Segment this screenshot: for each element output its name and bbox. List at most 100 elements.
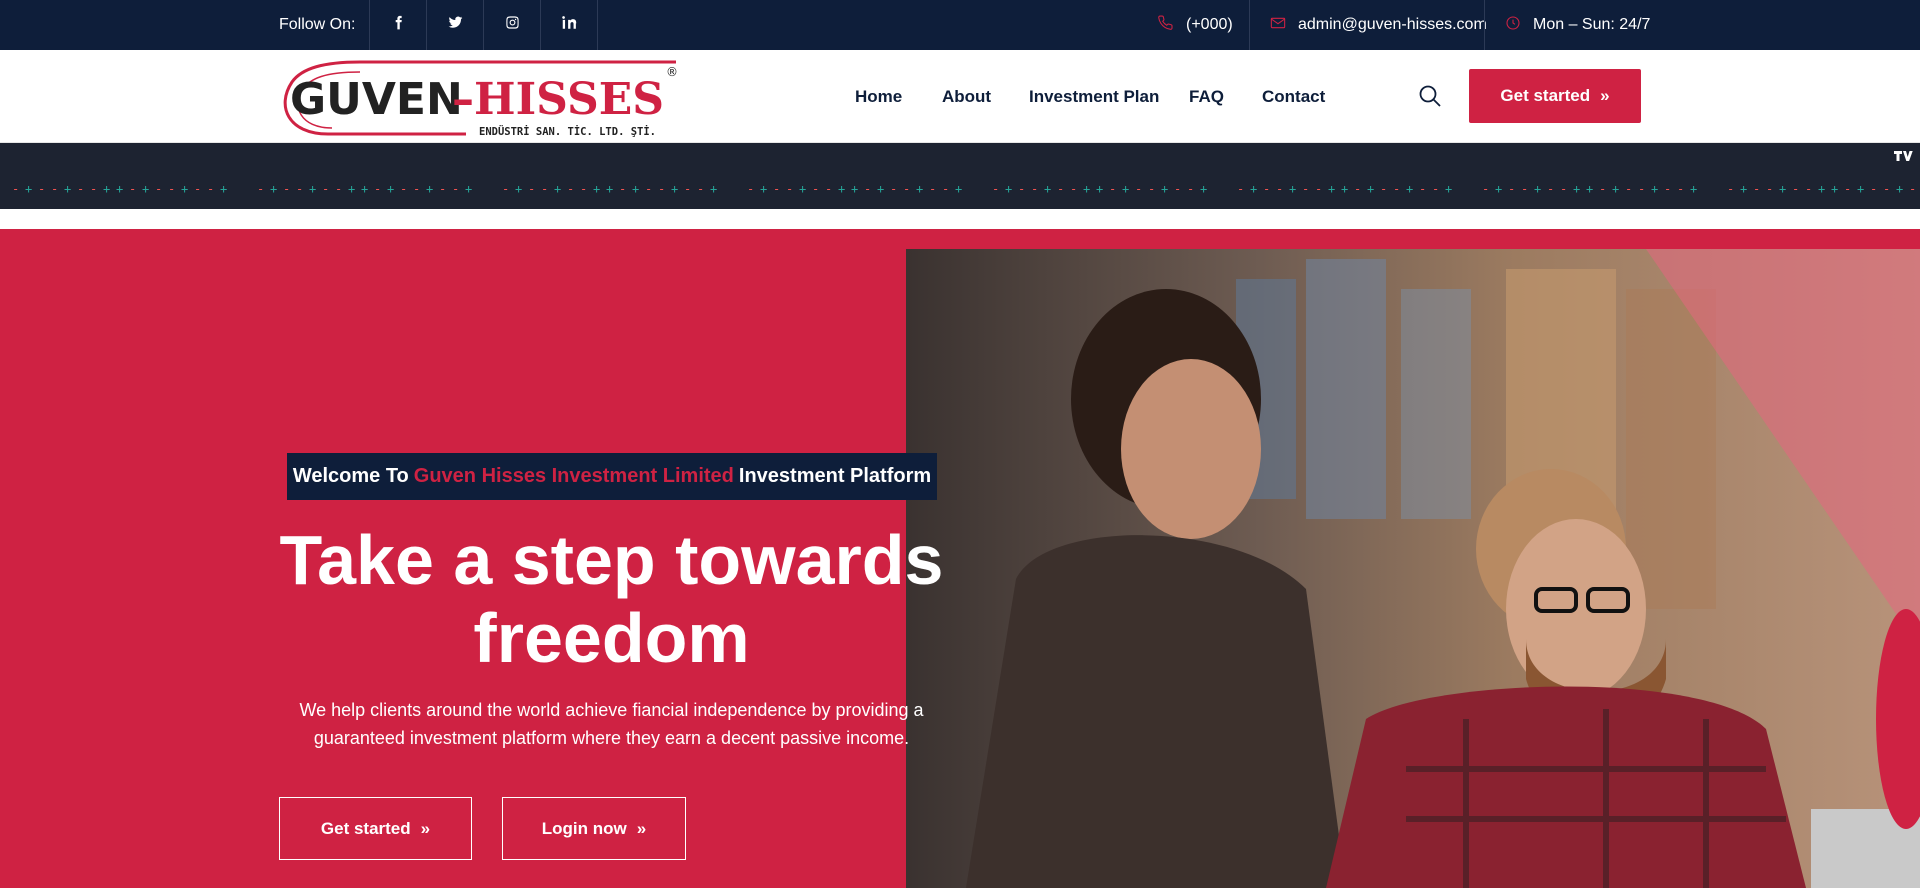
instagram-link[interactable] <box>484 0 541 50</box>
hero-headline: Take a step towards freedom <box>200 521 1023 677</box>
contact-email[interactable]: admin@guven-hisses.com <box>1270 0 1487 50</box>
ticker-mark: + <box>710 182 717 196</box>
ticker-mark: - <box>1625 182 1632 196</box>
ticker-mark: - <box>890 182 897 196</box>
nav-faq[interactable]: FAQ <box>1189 50 1224 143</box>
ticker-mark: - <box>786 182 793 196</box>
email-address: admin@guven-hisses.com <box>1298 16 1487 33</box>
login-now-button-label: Login now <box>541 818 627 838</box>
ticker-mark: + <box>64 182 71 196</box>
linkedin-link[interactable] <box>541 0 598 50</box>
ticker-mark: - <box>580 182 587 196</box>
ticker-mark: + <box>348 182 355 196</box>
ticker-track: - + - - + - - + + - + - - + - - + - + - - + - - + + - + - - + - - + - + - - + -… <box>12 182 1916 196</box>
nav-investment-plan-link[interactable]: Investment Plan <box>1029 87 1159 107</box>
ticker-mark: + <box>220 182 227 196</box>
ticker-mark: - <box>1174 182 1181 196</box>
twitter-link[interactable] <box>427 0 484 50</box>
site-logo[interactable]: GUVEN – HISSES ® ENDÜSTRİ SAN. TİC. LTD.… <box>280 60 680 138</box>
nav-faq-link[interactable]: FAQ <box>1189 87 1224 107</box>
ticker-mark: + <box>1250 182 1257 196</box>
ticker-mark: + <box>1857 182 1864 196</box>
get-started-header-button[interactable]: Get started » <box>1469 69 1641 123</box>
contact-phone[interactable]: (+000) <box>1158 0 1233 50</box>
contact-hours: Mon – Sun: 24/7 <box>1505 0 1650 50</box>
nav-contact-link[interactable]: Contact <box>1262 87 1325 107</box>
description-line-2: guaranteed investment platform where the… <box>313 728 910 748</box>
nav-about[interactable]: About <box>942 50 991 143</box>
ticker-mark: - <box>129 182 136 196</box>
ticker-mark: + <box>1341 182 1348 196</box>
ticker-mark: - <box>1109 182 1116 196</box>
follow-on-label: Follow On: <box>279 16 356 33</box>
ticker-mark: - <box>1870 182 1877 196</box>
ticker-mark: - <box>38 182 45 196</box>
ticker-mark: + <box>270 182 277 196</box>
ticker-mark: - <box>864 182 871 196</box>
tradingview-logo[interactable] <box>1893 149 1915 163</box>
ticker-mark: + <box>1005 182 1012 196</box>
ticker-mark: - <box>658 182 665 196</box>
ticker-mark: - <box>1057 182 1064 196</box>
site-header: GUVEN – HISSES ® ENDÜSTRİ SAN. TİC. LTD.… <box>0 50 1920 143</box>
ticker-mark: + <box>387 182 394 196</box>
ticker-mark: - <box>1432 182 1439 196</box>
welcome-company-name: Guven Hisses Investment Limited <box>413 465 734 487</box>
ticker-mark: - <box>283 182 290 196</box>
ticker-mark: - <box>903 182 910 196</box>
ticker-mark: - <box>12 182 19 196</box>
ticker-mark: - <box>1276 182 1283 196</box>
ticker-mark: - <box>697 182 704 196</box>
headline-line-1: Take a step towards <box>279 521 944 599</box>
headline-line-2: freedom <box>473 599 750 677</box>
ticker-mark: + <box>851 182 858 196</box>
welcome-prefix: Welcome To <box>292 465 409 487</box>
get-started-button-label: Get started <box>320 818 411 838</box>
ticker-mark: - <box>1018 182 1025 196</box>
ticker-mark: - <box>207 182 214 196</box>
search-button[interactable] <box>1418 84 1442 108</box>
nav-investment-plan[interactable]: Investment Plan <box>1029 50 1159 143</box>
ticker-mark: - <box>90 182 97 196</box>
nav-home[interactable]: Home <box>855 50 902 143</box>
ticker-mark: + <box>1096 182 1103 196</box>
ticker-mark: - <box>747 182 754 196</box>
ticker-mark: - <box>1727 182 1734 196</box>
nav-contact[interactable]: Contact <box>1262 50 1325 143</box>
top-bar: Follow On: (+000) admin@guven-hisses.com… <box>0 0 1920 50</box>
ticker-mark: - <box>1766 182 1773 196</box>
ticker-mark: - <box>567 182 574 196</box>
chevron-double-right-icon: » <box>420 818 431 838</box>
ticker-mark: - <box>812 182 819 196</box>
nav-home-link[interactable]: Home <box>855 87 902 107</box>
login-now-button[interactable]: Login now » <box>502 797 686 860</box>
facebook-link[interactable] <box>370 0 427 50</box>
get-started-button[interactable]: Get started » <box>279 797 472 860</box>
ticker-mark: + <box>1495 182 1502 196</box>
ticker-mark: - <box>1599 182 1606 196</box>
svg-text:GUVEN: GUVEN <box>290 74 463 125</box>
ticker-mark: - <box>1792 182 1799 196</box>
ticker-mark: - <box>400 182 407 196</box>
ticker-mark: - <box>1638 182 1645 196</box>
ticker-mark: + <box>955 182 962 196</box>
ticker-mark: - <box>257 182 264 196</box>
ticker-mark: - <box>1753 182 1760 196</box>
svg-text:ENDÜSTRİ SAN. TİC. LTD. ŞTİ.: ENDÜSTRİ SAN. TİC. LTD. ŞTİ. <box>479 124 656 138</box>
ticker-mark: - <box>1508 182 1515 196</box>
ticker-mark: - <box>1354 182 1361 196</box>
ticker-mark: + <box>593 182 600 196</box>
twitter-icon <box>448 15 463 35</box>
ticker-mark: - <box>1677 182 1684 196</box>
nav-about-link[interactable]: About <box>942 87 991 107</box>
ticker-mark: - <box>1148 182 1155 196</box>
ticker-mark: + <box>606 182 613 196</box>
divider <box>1484 0 1485 50</box>
ticker-mark: - <box>1909 182 1916 196</box>
ticker-mark: - <box>773 182 780 196</box>
ticker-mark: + <box>1200 182 1207 196</box>
market-ticker-widget[interactable]: - + - - + - - + + - + - - + - - + - + - - + - - + + - + - - + - - + - + - - + -… <box>0 143 1920 209</box>
description-line-1: We help clients around the world achieve… <box>299 700 924 720</box>
ticker-mark: - <box>528 182 535 196</box>
ticker-mark: - <box>619 182 626 196</box>
